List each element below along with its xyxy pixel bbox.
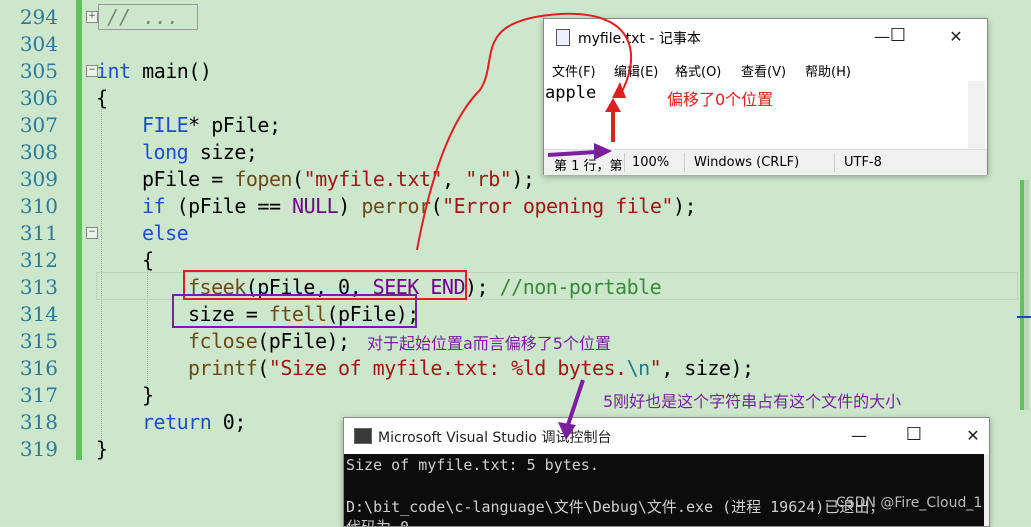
collapsed-code-block[interactable]: // ... bbox=[98, 4, 198, 30]
annotation-offset-zero: 偏移了0个位置 bbox=[667, 90, 774, 109]
console-line: 代码为 0。 bbox=[346, 518, 425, 527]
close-icon[interactable]: ✕ bbox=[961, 426, 985, 445]
string-literal: "Size of myfile.txt: %ld bytes. bbox=[268, 356, 627, 380]
code-line-305[interactable]: int main() bbox=[96, 58, 212, 85]
line-number: 314 bbox=[19, 302, 58, 326]
code-line-318[interactable]: return 0; bbox=[142, 409, 246, 436]
notepad-menubar: 文件(F) 编辑(E) 格式(O) 查看(V) 帮助(H) bbox=[544, 57, 987, 81]
line-number: 304 bbox=[19, 32, 58, 56]
menu-help[interactable]: 帮助(H) bbox=[805, 61, 851, 80]
indent-guide bbox=[101, 96, 102, 446]
string-literal: "Error opening file" bbox=[442, 194, 673, 218]
line-number-gutter: 294 304 305 306 307 308 309 310 311 312 … bbox=[0, 0, 80, 525]
change-indicator-bar bbox=[76, 0, 82, 460]
code-line-310[interactable]: if (pFile == NULL) perror("Error opening… bbox=[142, 193, 697, 220]
console-title: Microsoft Visual Studio 调试控制台 bbox=[378, 430, 612, 446]
line-number: 312 bbox=[19, 248, 58, 272]
maximize-icon[interactable]: ☐ bbox=[902, 424, 926, 445]
fold-icon[interactable]: − bbox=[86, 227, 98, 239]
caret-position-marker bbox=[1017, 316, 1031, 318]
code-line-315[interactable]: fclose(pFile); bbox=[188, 328, 350, 355]
code-line-319[interactable]: } bbox=[96, 436, 108, 463]
watermark: CSDN @Fire_Cloud_1 bbox=[836, 495, 983, 511]
code-line-308[interactable]: long size; bbox=[142, 139, 258, 166]
function-name: perror bbox=[361, 194, 431, 218]
code-line-307[interactable]: FILE* pFile; bbox=[142, 112, 281, 139]
line-number: 319 bbox=[19, 437, 58, 461]
code-line-311[interactable]: else bbox=[142, 220, 189, 247]
notepad-title: myfile.txt - 记事本 bbox=[578, 31, 701, 47]
line-number: 318 bbox=[19, 410, 58, 434]
line-number: 316 bbox=[19, 356, 58, 380]
code-line-312[interactable]: { bbox=[142, 247, 154, 274]
status-encoding: UTF-8 bbox=[844, 155, 882, 170]
change-marker bbox=[1020, 180, 1024, 410]
line-number: 306 bbox=[19, 86, 58, 110]
ftell-highlight-box bbox=[172, 294, 417, 328]
annotation-offset-five: 对于起始位置a而言偏移了5个位置 bbox=[367, 334, 611, 353]
annotation-size-note: 5刚好也是这个字符串占有这个文件的大小 bbox=[603, 392, 902, 411]
line-number: 310 bbox=[19, 194, 58, 218]
notepad-text-area[interactable]: apple bbox=[545, 83, 596, 103]
macro: NULL bbox=[292, 194, 339, 218]
console-output[interactable]: Size of myfile.txt: 5 bytes. D:\bit_code… bbox=[344, 454, 984, 526]
keyword: return bbox=[142, 410, 212, 434]
notepad-titlebar[interactable]: myfile.txt - 记事本 — ☐ ✕ bbox=[544, 19, 987, 55]
line-number: 317 bbox=[19, 383, 58, 407]
line-number: 313 bbox=[19, 275, 58, 299]
fold-icon[interactable]: + bbox=[86, 11, 98, 23]
string-literal: " bbox=[649, 356, 662, 380]
function-name: printf bbox=[188, 356, 258, 380]
keyword: long bbox=[142, 140, 189, 164]
string-literal: "rb" bbox=[465, 167, 512, 191]
status-zoom: 100% bbox=[632, 155, 670, 170]
menu-format[interactable]: 格式(O) bbox=[675, 61, 721, 80]
line-number: 308 bbox=[19, 140, 58, 164]
keyword: if bbox=[142, 194, 166, 218]
menu-file[interactable]: 文件(F) bbox=[552, 61, 596, 80]
function-name: fopen bbox=[234, 167, 293, 191]
line-number: 305 bbox=[19, 59, 58, 83]
console-icon bbox=[354, 428, 372, 444]
keyword: int bbox=[96, 59, 131, 83]
console-titlebar[interactable]: Microsoft Visual Studio 调试控制台 — ☐ ✕ bbox=[344, 418, 989, 454]
notepad-vertical-scrollbar[interactable] bbox=[968, 81, 985, 151]
maximize-icon[interactable]: ☐ bbox=[886, 25, 910, 46]
code-line-316[interactable]: printf("Size of myfile.txt: %ld bytes.\n… bbox=[188, 355, 754, 382]
type-name: FILE bbox=[142, 113, 189, 137]
line-number: 294 bbox=[19, 5, 58, 29]
console-vertical-scrollbar[interactable] bbox=[984, 454, 989, 526]
line-number: 311 bbox=[19, 221, 58, 245]
console-line: D:\bit_code\c-language\文件\Debug\文件.exe (… bbox=[346, 498, 885, 516]
status-line-ending: Windows (CRLF) bbox=[694, 155, 800, 170]
minimize-icon[interactable]: — bbox=[847, 426, 871, 445]
string-literal: "myfile.txt" bbox=[303, 167, 443, 191]
function-name: fclose bbox=[188, 329, 258, 353]
status-position: 第 1 行，第 bbox=[554, 159, 622, 174]
code-line-317[interactable]: } bbox=[142, 382, 154, 409]
line-number: 309 bbox=[19, 167, 58, 191]
code-line-309[interactable]: pFile = fopen("myfile.txt", "rb"); bbox=[142, 166, 535, 193]
line-number: 307 bbox=[19, 113, 58, 137]
notepad-icon bbox=[556, 29, 570, 46]
code-line-306[interactable]: { bbox=[96, 85, 108, 112]
close-icon[interactable]: ✕ bbox=[944, 27, 968, 46]
escape-sequence: \n bbox=[626, 356, 651, 380]
menu-edit[interactable]: 编辑(E) bbox=[614, 61, 658, 80]
comment: //non-portable bbox=[499, 275, 662, 299]
notepad-statusbar: 第 1 行，第 100% Windows (CRLF) UTF-8 bbox=[544, 149, 987, 175]
line-number: 315 bbox=[19, 329, 58, 353]
console-line: Size of myfile.txt: 5 bytes. bbox=[346, 456, 599, 474]
keyword: else bbox=[142, 221, 189, 245]
menu-view[interactable]: 查看(V) bbox=[741, 61, 786, 80]
